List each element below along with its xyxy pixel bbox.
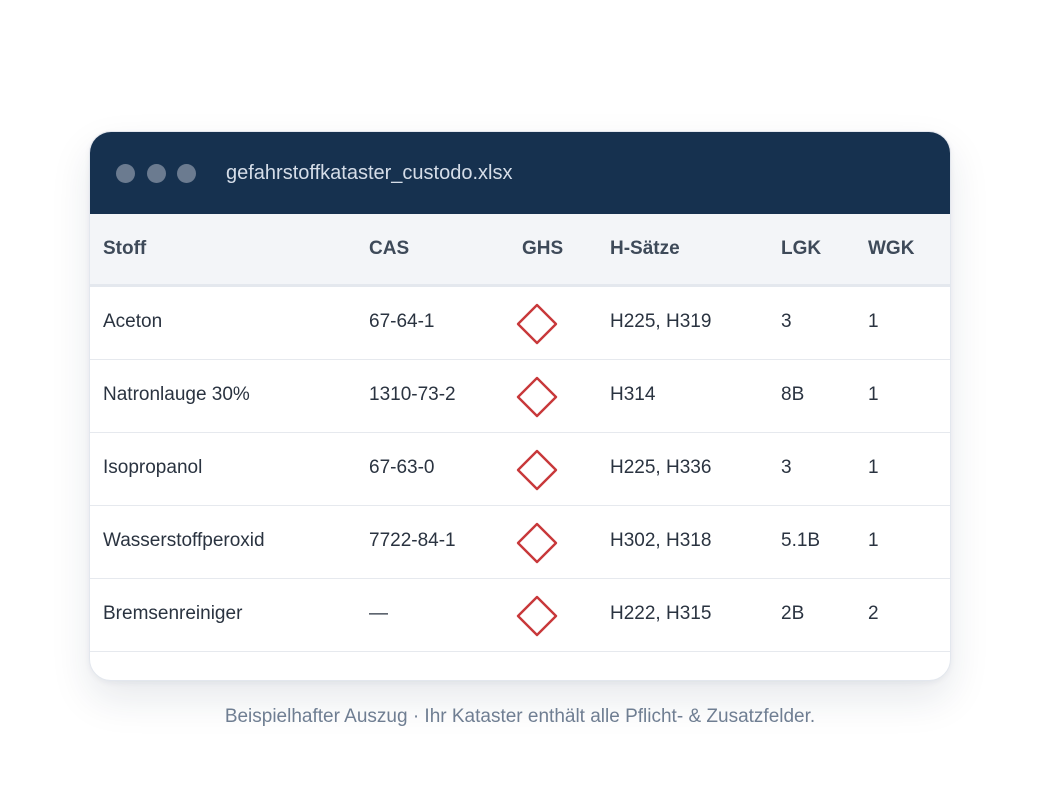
cell-lgk: 8B bbox=[781, 384, 805, 405]
cell-h-saetze: H314 bbox=[610, 384, 656, 405]
cell-cas: 7722-84-1 bbox=[369, 530, 456, 551]
cell-cas: 67-64-1 bbox=[369, 311, 435, 332]
window-maximize-dot[interactable] bbox=[177, 164, 196, 183]
window-close-dot[interactable] bbox=[116, 164, 135, 183]
cell-h-saetze: H225, H336 bbox=[610, 457, 712, 478]
cell-wgk: 1 bbox=[868, 384, 879, 405]
table-header: Stoff CAS GHS H-Sätze LGK WGK bbox=[90, 214, 950, 287]
cell-stoff: Isopropanol bbox=[103, 457, 203, 478]
ghs-pictogram-diamond-icon bbox=[516, 376, 558, 418]
table-row[interactable]: Natronlauge 30% 1310-73-2 H314 8B 1 bbox=[90, 360, 950, 433]
ghs-pictogram-diamond-icon bbox=[516, 595, 558, 637]
cell-wgk: 1 bbox=[868, 311, 879, 332]
cell-stoff: Wasserstoffperoxid bbox=[103, 530, 265, 551]
cell-h-saetze: H302, H318 bbox=[610, 530, 712, 551]
ghs-pictogram-diamond-icon bbox=[516, 449, 558, 491]
cell-wgk: 1 bbox=[868, 530, 879, 551]
cell-lgk: 3 bbox=[781, 457, 792, 478]
ghs-pictogram-diamond-icon bbox=[516, 303, 558, 345]
footnote-caption: Beispielhafter Auszug · Ihr Kataster ent… bbox=[224, 706, 816, 727]
cell-stoff: Aceton bbox=[103, 311, 163, 332]
cell-lgk: 3 bbox=[781, 311, 792, 332]
spreadsheet-window: gefahrstoffkataster_custodo.xlsx Stoff C… bbox=[89, 131, 951, 681]
window-minimize-dot[interactable] bbox=[147, 164, 166, 183]
table-row[interactable]: Wasserstoffperoxid 7722-84-1 H302, H318 … bbox=[90, 506, 950, 579]
cell-stoff: Bremsenreiniger bbox=[103, 603, 243, 624]
cell-lgk: 5.1B bbox=[781, 530, 821, 551]
cell-cas: 67-63-0 bbox=[369, 457, 435, 478]
cell-cas: 1310-73-2 bbox=[369, 384, 456, 405]
column-header-lgk[interactable]: LGK bbox=[781, 238, 821, 260]
window-titlebar: gefahrstoffkataster_custodo.xlsx bbox=[90, 132, 950, 214]
window-filename: gefahrstoffkataster_custodo.xlsx bbox=[226, 162, 513, 184]
cell-lgk: 2B bbox=[781, 603, 805, 624]
column-header-cas[interactable]: CAS bbox=[369, 238, 409, 260]
cell-stoff: Natronlauge 30% bbox=[103, 384, 250, 405]
column-header-h-saetze[interactable]: H-Sätze bbox=[610, 238, 680, 260]
cell-h-saetze: H225, H319 bbox=[610, 311, 712, 332]
table-row[interactable]: Aceton 67-64-1 H225, H319 3 1 bbox=[90, 287, 950, 360]
column-header-stoff[interactable]: Stoff bbox=[103, 238, 146, 260]
cell-wgk: 2 bbox=[868, 603, 879, 624]
table-row[interactable]: Bremsenreiniger — H222, H315 2B 2 bbox=[90, 579, 950, 652]
column-header-ghs[interactable]: GHS bbox=[522, 238, 563, 260]
ghs-pictogram-diamond-icon bbox=[516, 522, 558, 564]
cell-h-saetze: H222, H315 bbox=[610, 603, 712, 624]
cell-cas: — bbox=[369, 603, 388, 624]
cell-wgk: 1 bbox=[868, 457, 879, 478]
column-header-wgk[interactable]: WGK bbox=[868, 238, 914, 260]
table-row[interactable]: Isopropanol 67-63-0 H225, H336 3 1 bbox=[90, 433, 950, 506]
